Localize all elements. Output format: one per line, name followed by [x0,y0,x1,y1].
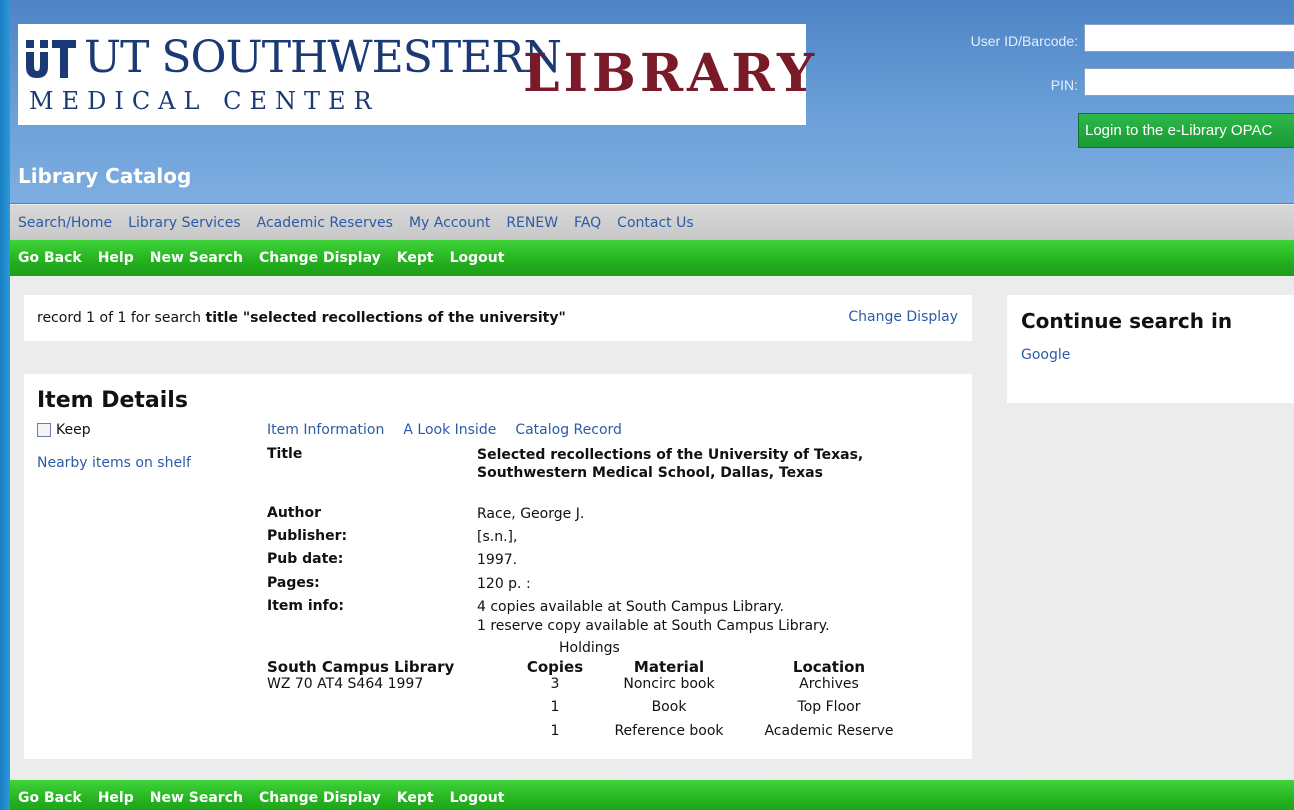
kept-button[interactable]: Kept [397,250,434,266]
catalog-title: Library Catalog [18,164,192,188]
continue-search-heading: Continue search in [1021,309,1233,333]
tab-item-information[interactable]: Item Information [267,422,384,438]
item-info-line-2: 1 reserve copy available at South Campus… [477,618,830,634]
author-label: Author [267,505,321,521]
help-button[interactable]: Help [98,250,134,266]
search-summary: record 1 of 1 for search title "selected… [24,295,972,341]
item-info-label: Item info: [267,598,344,614]
tab-catalog-record[interactable]: Catalog Record [515,422,622,438]
nav-library-services[interactable]: Library Services [128,215,240,231]
keep-checkbox[interactable] [37,423,51,437]
holdings-col-copies: Copies [526,658,584,676]
pubdate-value: 1997. [477,552,518,568]
holdings-row-2-location: Top Floor [797,699,861,715]
pubdate-label: Pub date: [267,551,344,567]
holdings-col-location: Location [792,658,866,676]
nearby-items-link[interactable]: Nearby items on shelf [37,455,191,471]
ut-logo-mark-icon [26,40,76,78]
logout-button[interactable]: Logout [450,250,505,266]
go-back-button[interactable]: Go Back [18,250,82,266]
google-search-link[interactable]: Google [1021,347,1293,363]
go-back-button-bottom[interactable]: Go Back [18,790,82,806]
logo-library-text: LIBRARY [523,43,819,104]
action-bar-bottom: Go Back Help New Search Change Display K… [10,780,1294,810]
pages-label: Pages: [267,575,320,591]
holdings-library: South Campus Library [267,658,455,676]
logout-button-bottom[interactable]: Logout [450,790,505,806]
library-logo[interactable]: UT SOUTHWESTERN MEDICAL CENTER LIBRARY [18,24,814,125]
new-search-button-bottom[interactable]: New Search [150,790,243,806]
page-frame: UT SOUTHWESTERN MEDICAL CENTER LIBRARY U… [10,0,1294,810]
kept-button-bottom[interactable]: Kept [397,790,434,806]
header: UT SOUTHWESTERN MEDICAL CENTER LIBRARY U… [10,0,1294,204]
nav-faq[interactable]: FAQ [574,215,601,231]
title-value: Selected recollections of the University… [477,447,864,481]
search-field: title [205,310,238,326]
title-label: Title [267,446,303,462]
nav-my-account[interactable]: My Account [409,215,490,231]
nav-contact-us[interactable]: Contact Us [617,215,693,231]
item-info-line-1: 4 copies available at South Campus Libra… [477,599,784,615]
user-id-input[interactable] [1084,24,1294,52]
keep-row[interactable]: Keep [37,422,91,438]
detail-tabs: Item Information A Look Inside Catalog R… [267,422,641,438]
item-details-heading: Item Details [37,388,188,413]
logo-utsw-text: UT SOUTHWESTERN [84,32,562,83]
tab-look-inside[interactable]: A Look Inside [403,422,496,438]
summary-change-display-link[interactable]: Change Display [848,309,958,325]
nav-search-home[interactable]: Search/Home [18,215,112,231]
login-button[interactable]: Login to the e-Library OPAC [1078,113,1294,148]
holdings-row-2-material: Book [651,699,687,715]
logo-medical-center-text: MEDICAL CENTER [29,87,380,115]
item-details-panel: Item Details Keep Nearby items on shelf … [24,374,972,759]
holdings-row-3-material: Reference book [614,723,724,739]
keep-label: Keep [56,422,91,438]
holdings-row-1-copies: 3 [550,676,560,692]
search-summary-prefix: record 1 of 1 for search [37,310,206,326]
help-button-bottom[interactable]: Help [98,790,134,806]
change-display-button-bottom[interactable]: Change Display [259,790,381,806]
holdings-caption: Holdings [559,640,620,656]
holdings-row-2-copies: 1 [550,699,560,715]
holdings-row-3-copies: 1 [550,723,560,739]
new-search-button[interactable]: New Search [150,250,243,266]
nav-renew[interactable]: RENEW [506,215,558,231]
pages-value: 120 p. : [477,576,531,592]
holdings-col-material: Material [633,658,705,676]
pin-label: PIN: [1050,77,1078,93]
main-nav: Search/Home Library Services Academic Re… [10,205,1294,240]
publisher-value: [s.n.], [477,529,518,545]
holdings-row-1-material: Noncirc book [623,676,715,692]
continue-search-panel: Continue search in Google [1007,295,1294,403]
holdings-row-3-location: Academic Reserve [764,723,894,739]
holdings-call-number: WZ 70 AT4 S464 1997 [267,676,424,692]
user-id-label: User ID/Barcode: [970,33,1078,49]
pin-input[interactable] [1084,68,1294,96]
action-bar-top: Go Back Help New Search Change Display K… [10,240,1294,276]
nav-academic-reserves[interactable]: Academic Reserves [257,215,393,231]
change-display-button[interactable]: Change Display [259,250,381,266]
search-query: "selected recollections of the universit… [242,310,566,326]
author-value: Race, George J. [477,506,585,522]
holdings-row-1-location: Archives [799,676,859,692]
publisher-label: Publisher: [267,528,348,544]
